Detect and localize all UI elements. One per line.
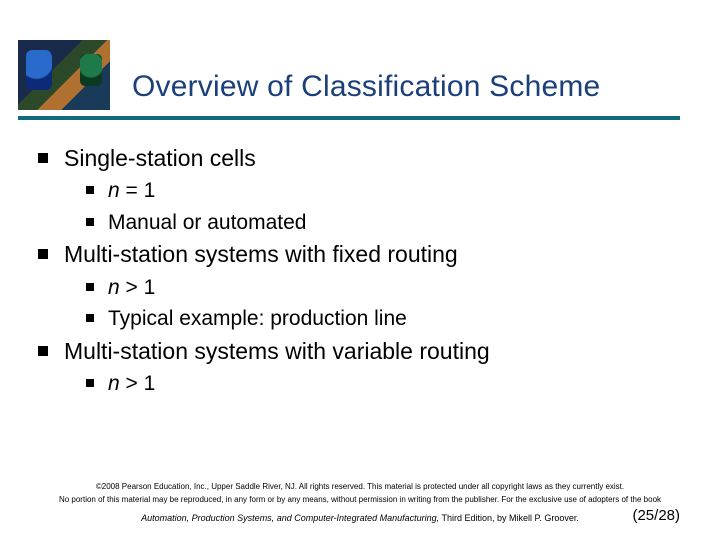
sub-bullet: n = 1 — [86, 175, 674, 207]
bullet-text: Typical example: production line — [108, 307, 407, 330]
bullet-text: Multi-station systems with variable rout… — [64, 338, 490, 364]
book-title: Automation, Production Systems, and Comp… — [141, 513, 439, 523]
book-rest: Third Edition, by Mikell P. Groover. — [439, 513, 579, 523]
copyright-line-1: ©2008 Pearson Education, Inc., Upper Sad… — [36, 482, 684, 493]
sub-bullet: Typical example: production line — [86, 303, 674, 335]
slide: Overview of Classification Scheme Single… — [0, 0, 720, 540]
sublist: n > 1 — [86, 368, 674, 400]
header-thumbnail — [18, 40, 110, 110]
bullet-text: Manual or automated — [108, 211, 306, 234]
sub-bullet: n > 1 — [86, 368, 674, 400]
bullet-list: Single-station cells n = 1 Manual or aut… — [38, 142, 674, 400]
var-n: n — [108, 179, 120, 202]
sub-bullet: Manual or automated — [86, 207, 674, 239]
footer: ©2008 Pearson Education, Inc., Upper Sad… — [0, 482, 720, 524]
page-number: (25/28) — [632, 507, 680, 524]
book-citation: Automation, Production Systems, and Comp… — [36, 512, 684, 524]
bullet-text: Multi-station systems with fixed routing — [64, 241, 458, 267]
bullet-variable-routing: Multi-station systems with variable rout… — [38, 335, 674, 400]
var-n: n — [108, 372, 120, 395]
slide-title: Overview of Classification Scheme — [132, 70, 600, 104]
slide-body: Single-station cells n = 1 Manual or aut… — [0, 120, 720, 400]
eq-text: > 1 — [120, 276, 156, 299]
eq-text: > 1 — [120, 372, 156, 395]
sublist: n > 1 Typical example: production line — [86, 272, 674, 335]
sublist: n = 1 Manual or automated — [86, 175, 674, 238]
bullet-single-station: Single-station cells n = 1 Manual or aut… — [38, 142, 674, 238]
sub-bullet: n > 1 — [86, 272, 674, 304]
slide-header: Overview of Classification Scheme — [0, 0, 720, 110]
var-n: n — [108, 276, 120, 299]
bullet-text: Single-station cells — [64, 145, 256, 171]
eq-text: = 1 — [120, 179, 156, 202]
bullet-fixed-routing: Multi-station systems with fixed routing… — [38, 238, 674, 334]
copyright-line-2: No portion of this material may be repro… — [36, 495, 684, 506]
